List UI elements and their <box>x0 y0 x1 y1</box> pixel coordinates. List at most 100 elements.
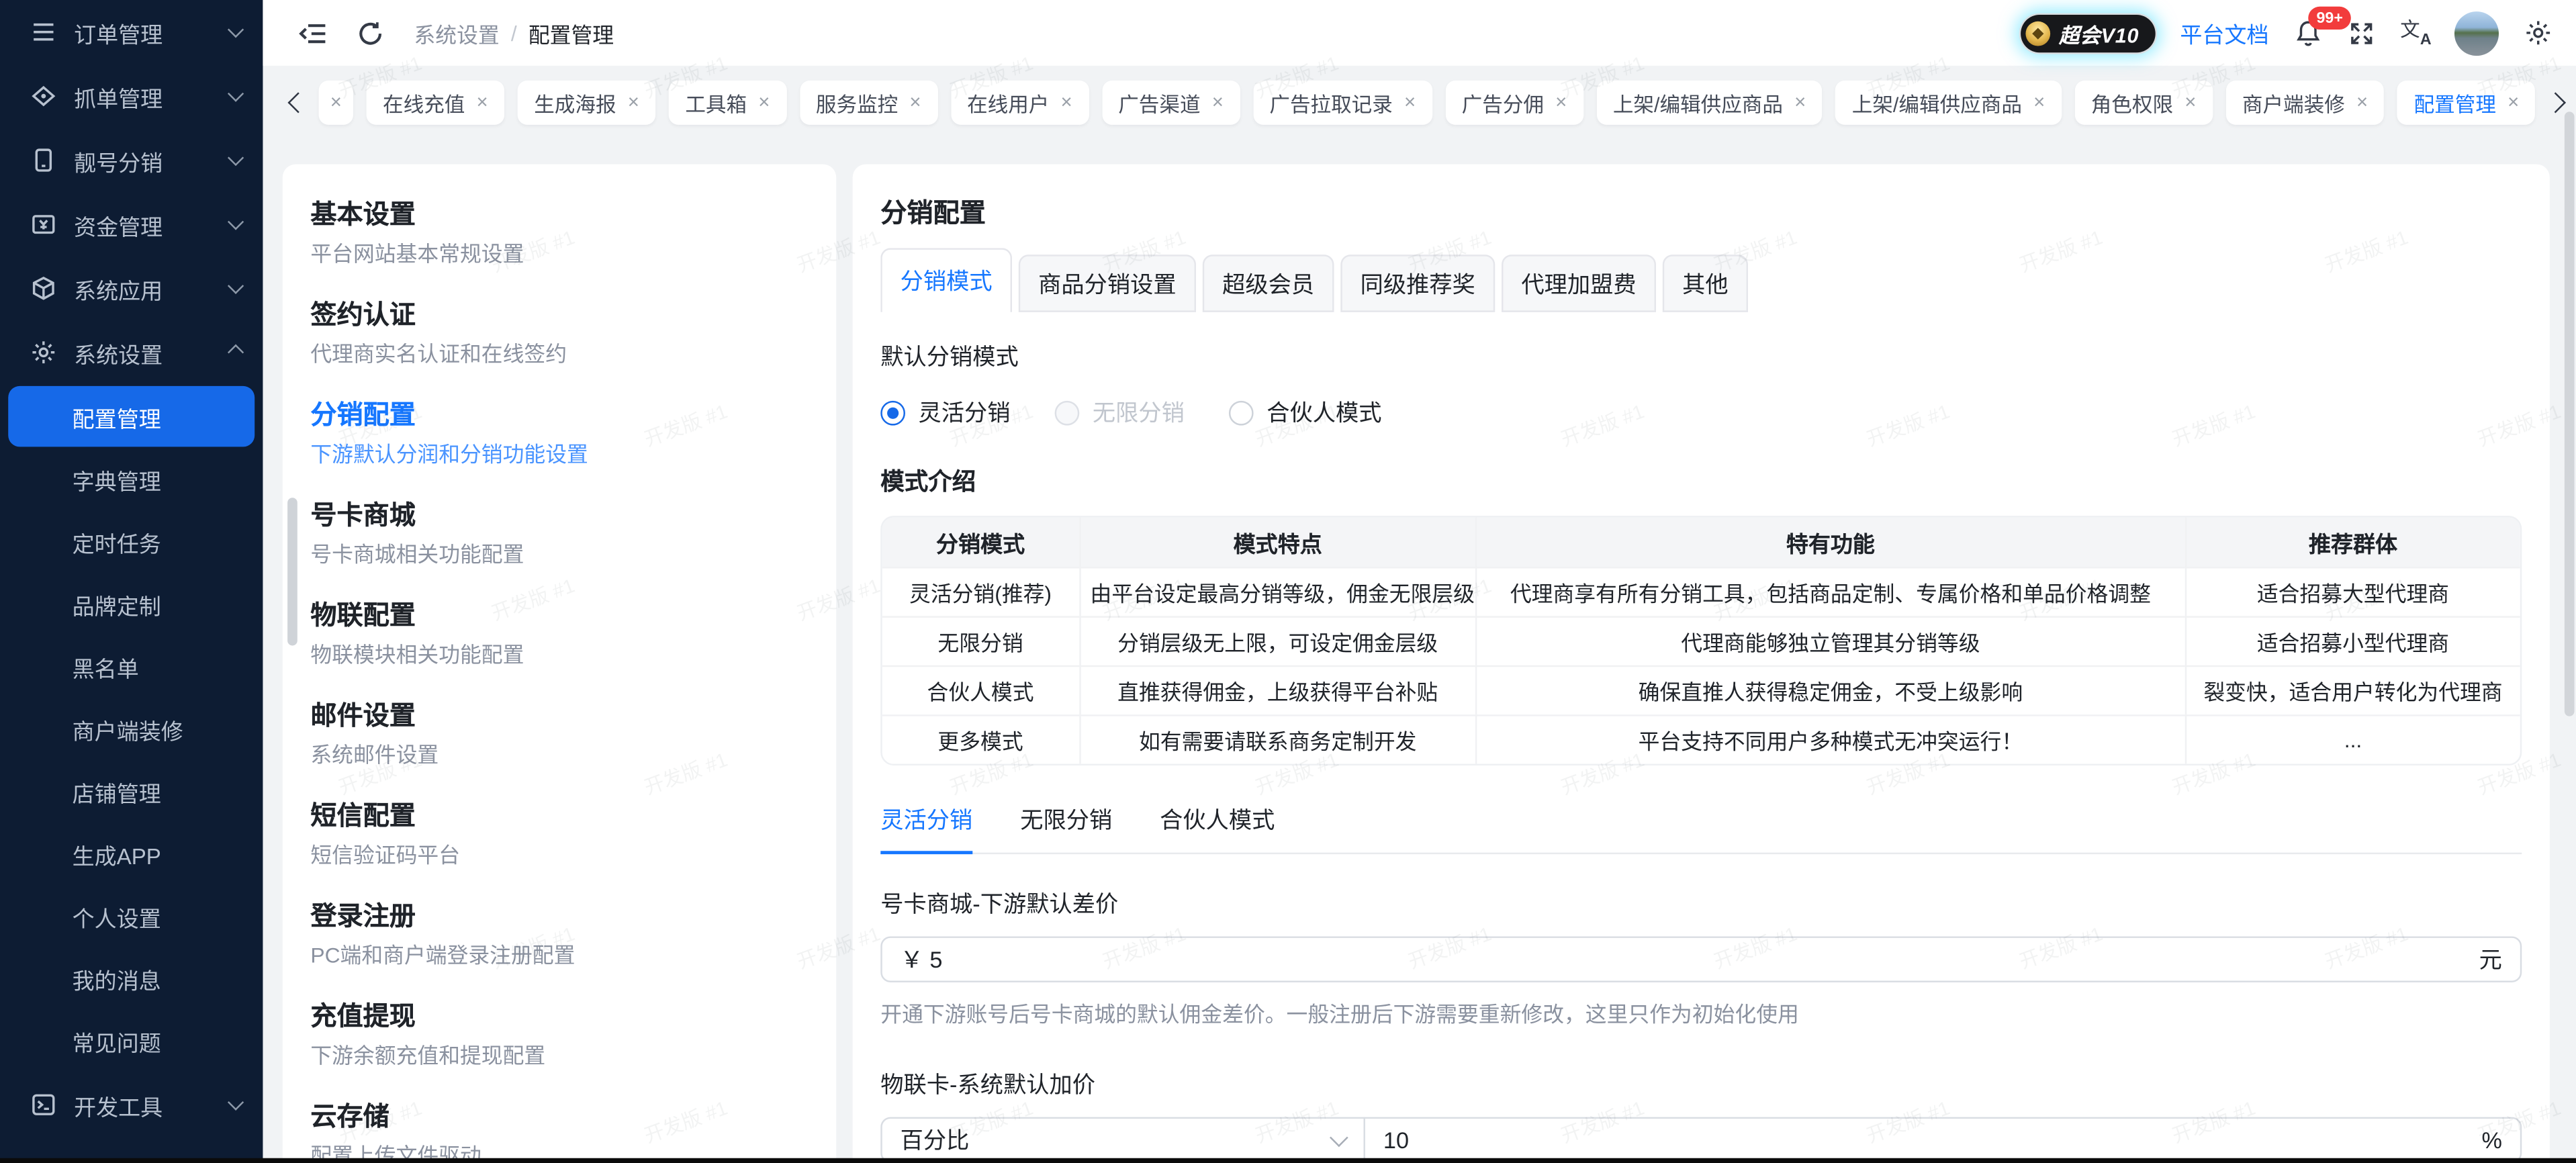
close-icon[interactable]: × <box>1212 92 1224 111</box>
top-bar: 系统设置 / 配置管理 超会V10 平台文档 99+ 文A <box>263 0 2576 66</box>
markup-type-select[interactable]: 百分比 <box>880 1117 1365 1163</box>
category-cloud-storage[interactable]: 云存储 配置上传文件驱动 <box>310 1101 813 1163</box>
tab-agent-fee[interactable]: 代理加盟费 <box>1502 254 1656 312</box>
submenu-item-config-management[interactable]: 配置管理 <box>8 386 255 447</box>
tab-service-monitor[interactable]: 服务监控× <box>799 80 937 124</box>
radio-disabled-icon <box>1055 400 1080 425</box>
sidebar-item-order-management[interactable]: 订单管理 <box>0 0 263 64</box>
close-icon[interactable]: × <box>2184 92 2196 111</box>
breadcrumb-section[interactable]: 系统设置 <box>414 17 499 48</box>
submenu-item-brand-custom[interactable]: 品牌定制 <box>8 573 255 635</box>
breadcrumb-separator: / <box>511 21 517 46</box>
tab-ad-fetch-log[interactable]: 广告拉取记录× <box>1253 80 1432 124</box>
close-icon[interactable]: × <box>477 92 488 111</box>
sidebar-item-dev-tools[interactable]: 开发工具 <box>0 1073 263 1137</box>
mode-intro-title: 模式介绍 <box>880 463 2522 498</box>
tab-merchant-decor[interactable]: 商户端装修× <box>2225 80 2384 124</box>
close-icon[interactable]: × <box>1061 92 1072 111</box>
tab-distribution-mode[interactable]: 分销模式 <box>880 248 1012 312</box>
close-icon[interactable]: × <box>2356 92 2368 111</box>
table-header-row: 分销模式 模式特点 特有功能 推荐群体 <box>882 518 2520 567</box>
subtab-flexible-distribution[interactable]: 灵活分销 <box>880 803 972 852</box>
submenu-item-my-messages[interactable]: 我的消息 <box>8 948 255 1009</box>
avatar[interactable] <box>2454 11 2499 55</box>
submenu-item-generate-app[interactable]: 生成APP <box>8 823 255 884</box>
radio-selected-icon <box>880 400 905 425</box>
close-icon[interactable]: × <box>909 92 921 111</box>
close-icon[interactable]: × <box>628 92 639 111</box>
radio-partner-mode[interactable]: 合伙人模式 <box>1229 396 1382 429</box>
table-cell: 确保直推人获得稳定佣金，不受上级影响 <box>1475 665 2184 714</box>
submenu-item-store-management[interactable]: 店铺管理 <box>8 761 255 822</box>
close-icon[interactable]: × <box>2033 92 2045 111</box>
radio-unlimited-distribution[interactable]: 无限分销 <box>1055 396 1185 429</box>
tab-toolbox[interactable]: 工具箱× <box>669 80 786 124</box>
tab-supply-product-edit-1[interactable]: 上架/编辑供应商品× <box>1596 80 1822 124</box>
tab-clipped[interactable]: × <box>319 80 353 124</box>
sidebar-item-order-grabbing[interactable]: 抓单管理 <box>0 64 263 128</box>
radio-flexible-distribution[interactable]: 灵活分销 <box>880 396 1010 429</box>
tab-online-recharge[interactable]: 在线充值× <box>367 80 505 124</box>
category-sms-config[interactable]: 短信配置 短信验证码平台 <box>310 800 813 869</box>
tab-generate-poster[interactable]: 生成海报× <box>518 80 656 124</box>
category-basic-settings[interactable]: 基本设置 平台网站基本常规设置 <box>310 199 813 268</box>
tab-ad-channel[interactable]: 广告渠道× <box>1102 80 1240 124</box>
tab-same-level-reward[interactable]: 同级推荐奖 <box>1340 254 1495 312</box>
tabs-scroll-left-icon[interactable] <box>287 91 308 112</box>
close-icon[interactable]: × <box>1404 92 1416 111</box>
category-iot-config[interactable]: 物联配置 物联模块相关功能配置 <box>310 600 813 669</box>
notification-count-badge: 99+ <box>2308 7 2351 30</box>
sidebar-item-fund-management[interactable]: 资金管理 <box>0 192 263 256</box>
sidebar-item-number-distribution[interactable]: 靓号分销 <box>0 128 263 192</box>
submenu-item-faq[interactable]: 常见问题 <box>8 1011 255 1072</box>
notification-bell-icon[interactable]: 99+ <box>2293 18 2323 48</box>
table-cell: 合伙人模式 <box>882 665 1079 714</box>
platform-docs-link[interactable]: 平台文档 <box>2180 16 2268 49</box>
close-icon[interactable]: × <box>2508 92 2519 111</box>
tab-supply-product-edit-2[interactable]: 上架/编辑供应商品× <box>1835 80 2061 124</box>
page-scrollbar[interactable] <box>2565 111 2575 716</box>
submenu-item-personal-settings[interactable]: 个人设置 <box>8 886 255 947</box>
tab-role-permission[interactable]: 角色权限× <box>2074 80 2213 124</box>
close-icon[interactable]: × <box>758 92 770 111</box>
submenu-item-dictionary[interactable]: 字典管理 <box>8 449 255 510</box>
price-diff-input[interactable]: ￥ 5 元 <box>880 936 2522 982</box>
tab-ad-commission[interactable]: 广告分佣× <box>1445 80 1583 124</box>
tabs-scroll-right-icon[interactable] <box>2546 91 2567 112</box>
submenu-item-blacklist[interactable]: 黑名单 <box>8 636 255 697</box>
close-icon[interactable]: × <box>1794 92 1806 111</box>
sidebar-item-system-settings[interactable]: 系统设置 <box>0 320 263 384</box>
price-diff-suffix: 元 <box>2479 943 2502 976</box>
subtab-partner-mode[interactable]: 合伙人模式 <box>1160 803 1275 852</box>
category-recharge-withdraw[interactable]: 充值提现 下游余额充值和提现配置 <box>310 1001 813 1070</box>
fullscreen-icon[interactable] <box>2348 19 2376 47</box>
category-sim-mall[interactable]: 号卡商城 号卡商城相关功能配置 <box>310 500 813 569</box>
content-area: 基本设置 平台网站基本常规设置 签约认证 代理商实名认证和在线签约 分销配置 下… <box>263 138 2576 1163</box>
category-login-register[interactable]: 登录注册 PC端和商户端登录注册配置 <box>310 900 813 970</box>
sidebar-collapse-icon[interactable] <box>297 17 328 48</box>
col-header: 分销模式 <box>882 518 1079 567</box>
tab-other[interactable]: 其他 <box>1663 254 1748 312</box>
category-panel-scrollbar[interactable] <box>287 498 297 645</box>
category-sign-auth[interactable]: 签约认证 代理商实名认证和在线签约 <box>310 299 813 368</box>
tab-online-users[interactable]: 在线用户× <box>951 80 1089 124</box>
sidebar-item-system-apps[interactable]: 系统应用 <box>0 257 263 320</box>
category-distribution-config[interactable]: 分销配置 下游默认分润和分销功能设置 <box>310 399 813 468</box>
close-icon[interactable]: × <box>330 92 342 111</box>
gear-icon[interactable] <box>2524 18 2553 48</box>
tab-config-management[interactable]: 配置管理× <box>2397 80 2536 124</box>
tab-super-member[interactable]: 超级会员 <box>1203 254 1334 312</box>
open-tabs-bar: × 在线充值× 生成海报× 工具箱× 服务监控× 在线用户× 广告渠道× 广告拉… <box>263 66 2576 138</box>
submenu-item-scheduled-tasks[interactable]: 定时任务 <box>8 511 255 572</box>
tab-product-distribution[interactable]: 商品分销设置 <box>1019 254 1196 312</box>
chevron-up-icon <box>228 344 244 361</box>
vip-badge[interactable]: 超会V10 <box>2021 14 2156 52</box>
refresh-icon[interactable] <box>357 19 385 47</box>
translate-icon[interactable]: 文A <box>2400 19 2430 47</box>
close-icon[interactable]: × <box>1555 92 1567 111</box>
markup-type-value: 百分比 <box>901 1123 970 1156</box>
subtab-unlimited-distribution[interactable]: 无限分销 <box>1020 803 1112 852</box>
markup-value-input[interactable]: 10 % <box>1364 1117 2522 1163</box>
submenu-item-merchant-decor[interactable]: 商户端装修 <box>8 698 255 759</box>
category-mail-settings[interactable]: 邮件设置 系统邮件设置 <box>310 700 813 769</box>
